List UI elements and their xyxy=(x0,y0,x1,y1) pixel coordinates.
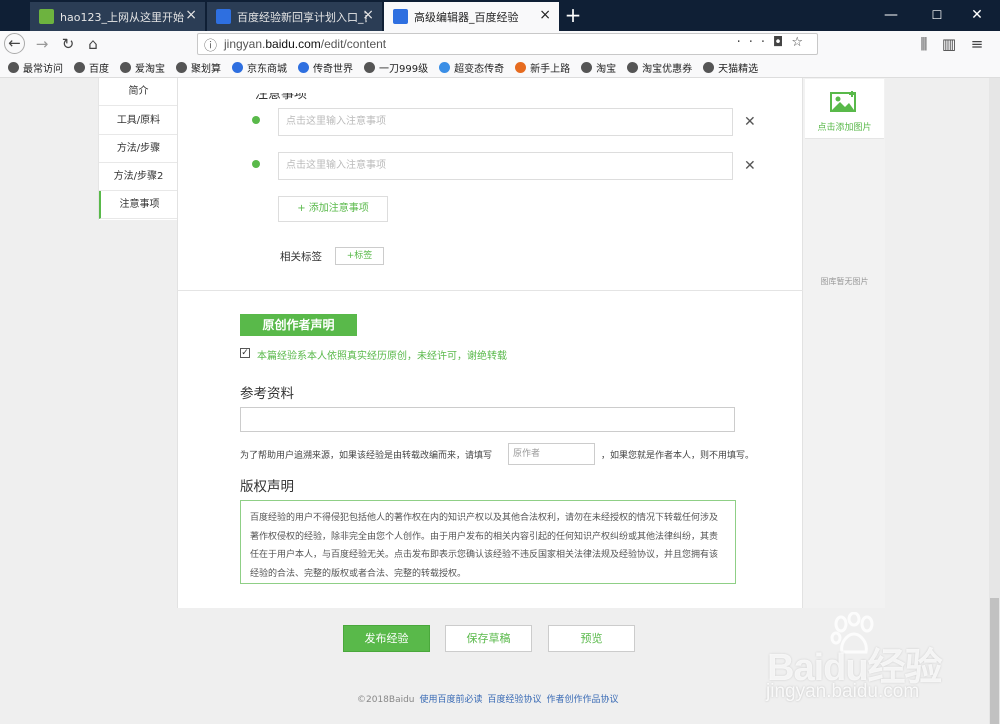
globe-icon xyxy=(176,61,187,73)
add-image-label: 点击添加图片 xyxy=(817,123,872,133)
bookmark-item[interactable]: 爱淘宝 xyxy=(120,60,165,75)
original-author-button[interactable]: 原创作者声明 xyxy=(240,314,357,336)
empty-gallery-text: 图库暂无图片 xyxy=(820,277,869,286)
sidebar-icon[interactable]: ▥ xyxy=(938,33,960,55)
firefox-icon xyxy=(515,61,527,73)
reference-heading: 参考资料 xyxy=(240,386,294,402)
pocket-icon[interactable]: ◘ xyxy=(773,35,791,50)
bookmark-item[interactable]: 一刀999级 xyxy=(364,60,428,75)
gear-icon xyxy=(8,61,19,73)
baidu-paw-favicon-icon xyxy=(216,9,231,24)
add-note-button[interactable]: + 添加注意事项 xyxy=(278,196,388,222)
divider xyxy=(177,290,803,291)
globe-icon xyxy=(120,61,131,73)
url-text: jingyan.baidu.com/edit/content xyxy=(224,37,387,51)
tab-title: 百度经验新回享计划入口_百度 xyxy=(237,10,367,24)
section-nav: 简介 工具/原料 方法/步骤 方法/步骤2 注意事项 xyxy=(98,78,178,220)
bookmark-item[interactable]: 新手上路 xyxy=(515,60,570,75)
delete-note-icon[interactable]: ✕ xyxy=(744,158,756,174)
new-tab-button[interactable]: + xyxy=(562,3,584,29)
tab-title: 高级编辑器_百度经验 xyxy=(414,10,519,24)
back-arrow-icon[interactable]: ← xyxy=(4,33,25,54)
footer: ©2018Baidu 使用百度前必读 百度经验协议 作者创作作品协议 xyxy=(357,692,619,705)
source-hint-text-2: ，如果您就是作者本人，则不用填写。 xyxy=(601,451,755,461)
baidu-paw-favicon-icon xyxy=(393,9,408,24)
original-statement: 本篇经验系本人依照真实经历原创，未经许可，谢绝转载 xyxy=(257,351,507,362)
add-image-button[interactable]: 点击添加图片 xyxy=(805,79,884,139)
minimize-button[interactable]: — xyxy=(868,0,914,31)
image-panel xyxy=(803,78,885,608)
globe-icon xyxy=(703,61,715,73)
navigation-bar: ← → ↻ ⌂ ⓘ jingyan.baidu.com/edit/content… xyxy=(0,31,1000,57)
footer-link-guide[interactable]: 使用百度前必读 xyxy=(420,695,483,705)
bookmark-item[interactable]: 聚划算 xyxy=(176,60,221,75)
tab-strip: hao123_上网从这里开始 × 百度经验新回享计划入口_百度 × 高级编辑器_… xyxy=(0,0,1000,31)
section-nav-steps[interactable]: 方法/步骤 xyxy=(99,135,178,163)
baidu-paw-icon xyxy=(298,61,309,73)
bullet-dot xyxy=(252,160,260,168)
bookmark-item[interactable]: 京东商城 xyxy=(232,60,287,75)
baidu-paw-icon xyxy=(232,61,243,73)
bookmark-item[interactable]: 超变态传奇 xyxy=(439,60,504,75)
note-input-2[interactable]: 点击这里输入注意事项 xyxy=(278,152,733,180)
watermark-url: jingyan.baidu.com xyxy=(766,681,920,702)
close-tab-icon[interactable]: × xyxy=(539,7,551,23)
close-tab-icon[interactable]: × xyxy=(362,7,374,23)
globe-icon xyxy=(627,61,639,73)
delete-note-icon[interactable]: ✕ xyxy=(744,114,756,130)
bookmarks-bar: 最常访问 百度 爱淘宝 聚划算 京东商城 传奇世界 一刀999级 超变态传奇 新… xyxy=(0,57,1000,78)
copyright-text: 百度经验的用户不得侵犯包括他人的著作权在内的知识产权以及其他合法权利，请勿在未经… xyxy=(240,500,736,584)
reference-textarea[interactable] xyxy=(240,407,735,432)
section-nav-intro[interactable]: 简介 xyxy=(99,78,178,106)
copyright-heading: 版权声明 xyxy=(240,479,294,495)
original-checkbox[interactable]: ✓ xyxy=(240,348,250,358)
footer-link-agreement[interactable]: 百度经验协议 xyxy=(488,695,542,705)
globe-icon xyxy=(364,61,375,73)
bullet-dot xyxy=(252,116,260,124)
source-hint-text: 为了帮助用户追溯来源，如果该经验是由转载改编而来，请填写 xyxy=(240,451,493,461)
bookmark-item[interactable]: 传奇世界 xyxy=(298,60,353,75)
tab-title: hao123_上网从这里开始 xyxy=(60,10,184,24)
tab-baidu-plan[interactable]: 百度经验新回享计划入口_百度 × xyxy=(207,2,382,31)
scrollbar-thumb[interactable] xyxy=(990,598,999,724)
footer-link-author-agreement[interactable]: 作者创作作品协议 xyxy=(547,695,619,705)
section-nav-notes[interactable]: 注意事项 xyxy=(99,191,178,219)
e-icon xyxy=(439,61,451,73)
info-icon[interactable]: ⓘ xyxy=(204,35,217,54)
forward-arrow-icon[interactable]: → xyxy=(31,33,53,55)
tab-advanced-editor[interactable]: 高级编辑器_百度经验 × xyxy=(384,2,559,31)
bookmark-item[interactable]: 百度 xyxy=(74,60,109,75)
original-author-input[interactable]: 原作者 xyxy=(508,443,595,465)
bookmark-item[interactable]: 最常访问 xyxy=(8,60,63,75)
section-nav-tools[interactable]: 工具/原料 xyxy=(99,107,178,135)
save-draft-button[interactable]: 保存草稿 xyxy=(445,625,532,652)
publish-button[interactable]: 发布经验 xyxy=(343,625,430,652)
library-icon[interactable]: ⫼ xyxy=(913,33,935,55)
menu-icon[interactable]: ≡ xyxy=(966,33,988,55)
section-nav-steps2[interactable]: 方法/步骤2 xyxy=(99,163,178,191)
bookmark-item[interactable]: 天猫精选 xyxy=(703,60,758,75)
tab-hao123[interactable]: hao123_上网从这里开始 × xyxy=(30,2,205,31)
note-input-1[interactable]: 点击这里输入注意事项 xyxy=(278,108,733,136)
bookmark-item[interactable]: 淘宝 xyxy=(581,60,616,75)
bookmark-item[interactable]: 淘宝优惠券 xyxy=(627,60,692,75)
bookmark-star-icon[interactable]: ☆ xyxy=(791,35,811,50)
reload-icon[interactable]: ↻ xyxy=(57,33,79,55)
preview-button[interactable]: 预览 xyxy=(548,625,635,652)
notes-heading: 注意事项 xyxy=(255,93,308,102)
tags-label: 相关标签 xyxy=(280,251,322,263)
add-tag-button[interactable]: +标签 xyxy=(335,247,384,265)
add-image-icon xyxy=(830,91,856,112)
home-icon[interactable]: ⌂ xyxy=(82,33,104,55)
globe-icon xyxy=(74,61,85,73)
url-bar[interactable]: ⓘ jingyan.baidu.com/edit/content ···◘☆ xyxy=(197,33,818,55)
close-tab-icon[interactable]: × xyxy=(185,7,197,23)
footer-copyright: ©2018Baidu xyxy=(357,695,415,705)
close-window-button[interactable]: ✕ xyxy=(954,0,1000,31)
more-icon[interactable]: ··· xyxy=(737,35,773,50)
hao123-favicon-icon xyxy=(39,9,54,24)
page-actions[interactable]: ···◘☆ xyxy=(737,35,811,50)
globe-icon xyxy=(581,61,593,73)
